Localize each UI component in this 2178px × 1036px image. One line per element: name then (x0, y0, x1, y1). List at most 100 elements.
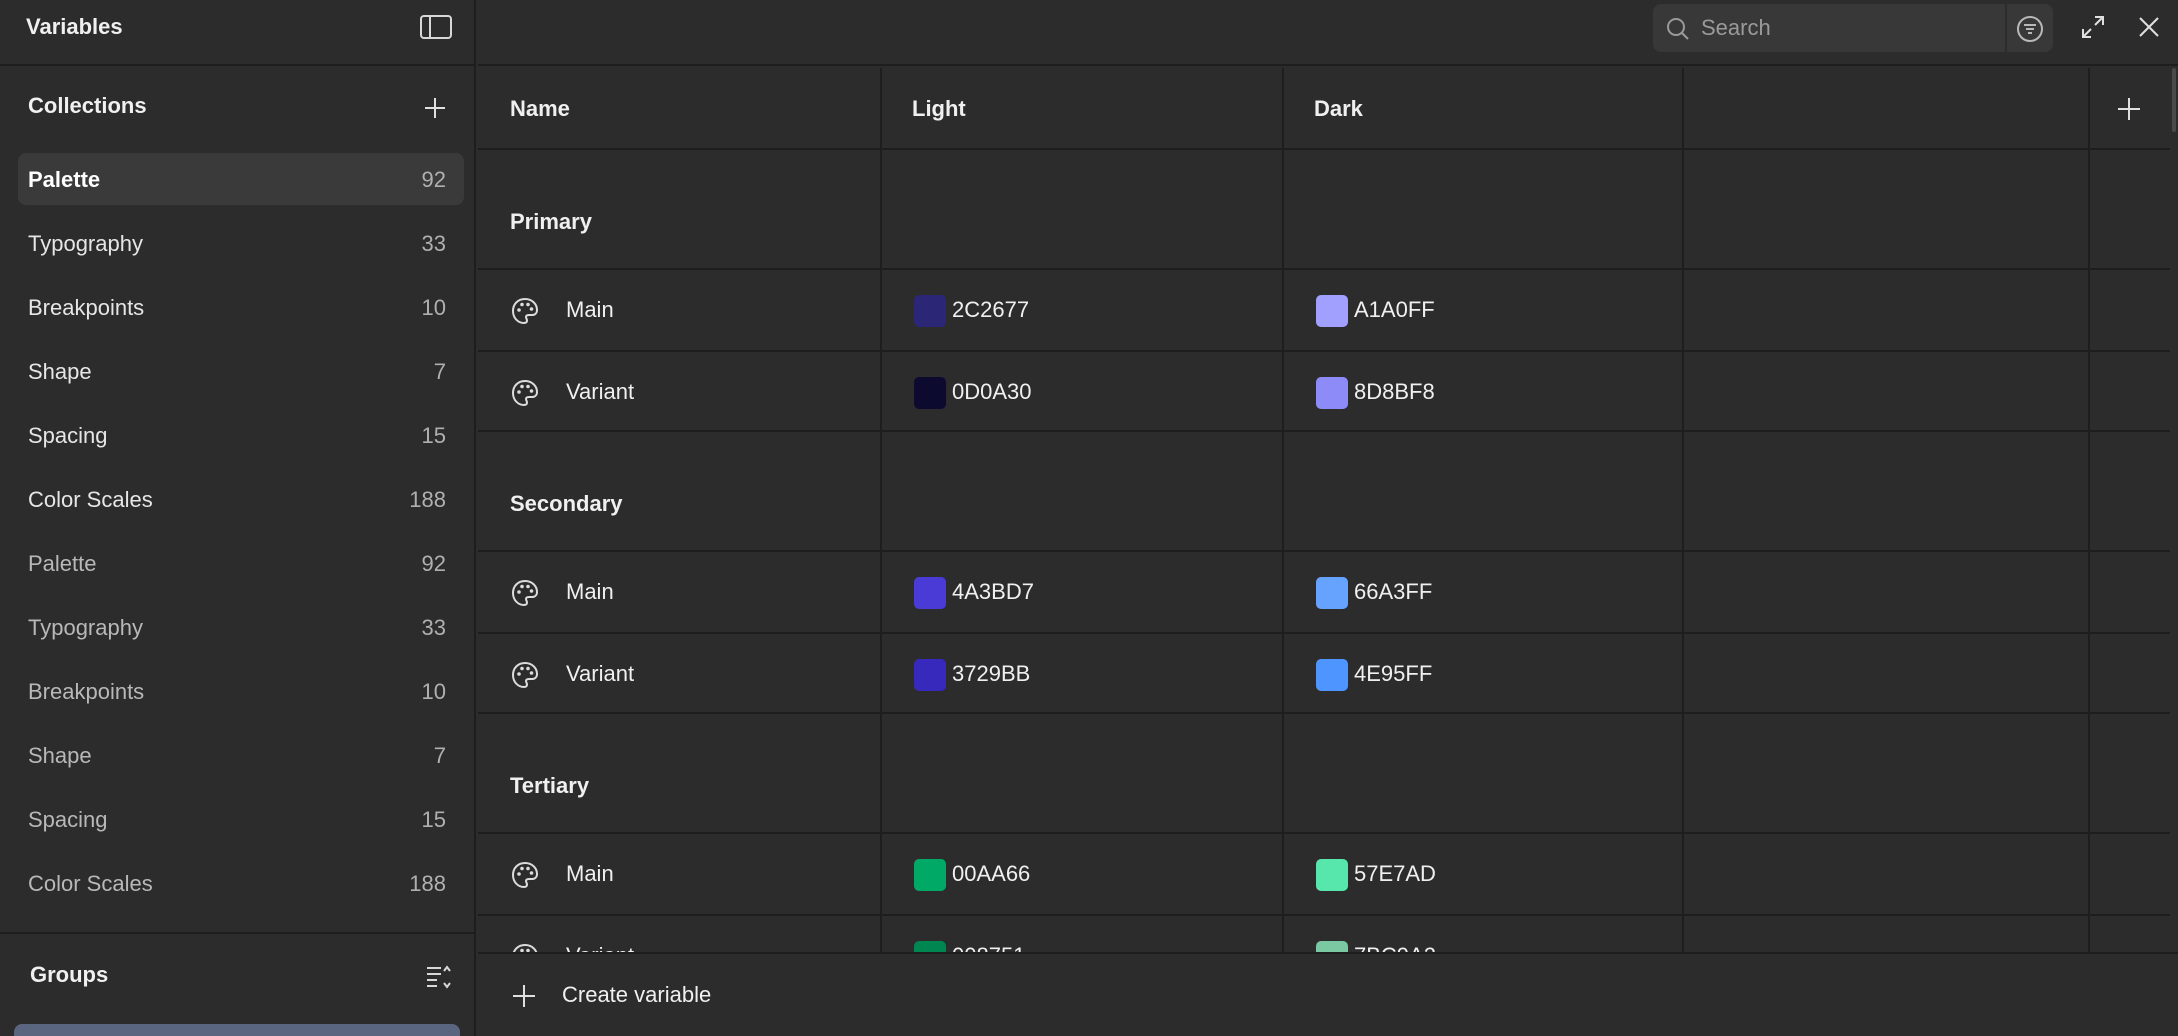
collection-name: Color Scales (28, 871, 153, 896)
expand-icon[interactable] (2078, 12, 2108, 42)
collection-name: Spacing (28, 807, 108, 832)
plus-icon[interactable] (510, 982, 538, 1010)
collection-item[interactable]: Typography 33 (18, 601, 464, 653)
create-variable-button[interactable]: Create variable (562, 982, 711, 1008)
add-mode-button[interactable] (2114, 94, 2144, 124)
table-row[interactable]: Main 4A3BD7 66A3FF (478, 550, 2170, 632)
table-row[interactable]: Variant 008751 7BC9A2 (478, 914, 2170, 952)
collection-name: Palette (28, 167, 101, 192)
collection-item[interactable]: Breakpoints 10 (18, 281, 464, 333)
collection-item[interactable]: Color Scales 188 (18, 473, 464, 525)
collection-name: Spacing (28, 423, 108, 448)
search-box[interactable] (1653, 4, 2053, 52)
group-band (478, 716, 2170, 830)
palette-icon (511, 379, 539, 407)
dark-value[interactable]: 7BC9A2 (1354, 943, 1436, 952)
collection-count: 7 (433, 359, 446, 384)
collection-count: 188 (409, 487, 446, 512)
add-collection-button[interactable] (420, 93, 450, 123)
light-color-swatch[interactable] (914, 859, 946, 891)
dark-color-swatch[interactable] (1316, 859, 1348, 891)
palette-icon (511, 297, 539, 325)
collection-item[interactable]: Palette 92 (18, 153, 464, 205)
table-header: Name Light Dark (478, 68, 2170, 150)
variable-name[interactable]: Main (566, 297, 614, 323)
scrollbar[interactable] (2172, 68, 2176, 132)
variable-name[interactable]: Variant (566, 379, 634, 405)
collection-count: 10 (421, 679, 446, 704)
collection-name: Breakpoints (28, 679, 145, 704)
dark-color-swatch[interactable] (1316, 659, 1348, 691)
palette-icon (512, 943, 538, 952)
collection-name: Breakpoints (28, 295, 145, 320)
variable-name[interactable]: Main (566, 861, 614, 887)
variables-table: Name Light Dark Main 2C2677 A1A0FF Variant 0… (478, 68, 2170, 952)
group-band (478, 434, 2170, 548)
collection-item[interactable]: Color Scales 188 (18, 857, 464, 909)
sidebar: Variables Collections Palette 92 Typograph… (0, 0, 476, 1036)
collection-item[interactable]: Palette 92 (18, 537, 464, 589)
variable-name[interactable]: Variant (566, 661, 634, 687)
collection-item[interactable]: Typography 33 (18, 217, 464, 269)
palette-icon (511, 661, 539, 689)
footer: Create variable (478, 952, 2178, 1036)
variable-name[interactable]: Variant (566, 943, 634, 952)
light-value[interactable]: 00AA66 (952, 861, 1030, 887)
group-item[interactable] (14, 1024, 460, 1036)
collection-item[interactable]: Shape 7 (18, 729, 464, 781)
light-color-swatch[interactable] (914, 295, 946, 327)
dark-color-swatch[interactable] (1316, 377, 1348, 409)
dark-color-swatch[interactable] (1316, 577, 1348, 609)
light-value[interactable]: 0D0A30 (952, 379, 1032, 405)
light-value[interactable]: 008751 (952, 943, 1025, 952)
dark-value[interactable]: A1A0FF (1354, 297, 1435, 323)
light-color-swatch[interactable] (914, 659, 946, 691)
table-row[interactable]: Main 00AA66 57E7AD (478, 832, 2170, 914)
search-divider (2005, 4, 2007, 52)
column-divider (1282, 68, 1284, 952)
palette-icon (511, 861, 539, 889)
light-value[interactable]: 2C2677 (952, 297, 1029, 323)
collection-item[interactable]: Spacing 15 (18, 409, 464, 461)
variable-name[interactable]: Main (566, 579, 614, 605)
dark-value[interactable]: 4E95FF (1354, 661, 1432, 687)
collection-count: 188 (409, 871, 446, 896)
groups-collapse-icon[interactable] (424, 962, 454, 992)
collection-count: 33 (421, 615, 446, 640)
light-value[interactable]: 3729BB (952, 661, 1030, 687)
dark-value[interactable]: 66A3FF (1354, 579, 1432, 605)
group-heading: Primary (510, 209, 592, 234)
collections-header: Collections (0, 66, 474, 148)
dark-color-swatch[interactable] (1316, 941, 1348, 952)
collection-item[interactable]: Spacing 15 (18, 793, 464, 845)
palette-icon (511, 579, 539, 607)
close-icon[interactable] (2134, 12, 2164, 42)
column-divider (880, 68, 882, 952)
collection-name: Color Scales (28, 487, 153, 512)
search-input[interactable] (1701, 12, 1991, 44)
sidebar-toggle-icon[interactable] (419, 14, 453, 40)
dark-value[interactable]: 8D8BF8 (1354, 379, 1435, 405)
table-row[interactable]: Variant 3729BB 4E95FF (478, 632, 2170, 714)
column-header-dark: Dark (1314, 96, 1363, 121)
filter-icon[interactable] (2015, 14, 2045, 44)
light-value[interactable]: 4A3BD7 (952, 579, 1034, 605)
light-color-swatch[interactable] (914, 577, 946, 609)
groups-title: Groups (30, 962, 109, 987)
dark-value[interactable]: 57E7AD (1354, 861, 1436, 887)
collection-name: Typography (28, 615, 143, 640)
light-color-swatch[interactable] (914, 377, 946, 409)
app-title: Variables (26, 14, 123, 39)
collection-count: 92 (421, 167, 446, 192)
collection-item[interactable]: Shape 7 (18, 345, 464, 397)
table-row[interactable]: Main 2C2677 A1A0FF (478, 268, 2170, 350)
collection-item[interactable]: Breakpoints 10 (18, 665, 464, 717)
light-color-swatch[interactable] (914, 941, 946, 952)
collection-name: Palette (28, 551, 97, 576)
collection-name: Shape (28, 359, 92, 384)
collection-count: 15 (421, 807, 446, 832)
dark-color-swatch[interactable] (1316, 295, 1348, 327)
column-divider (1682, 68, 1684, 952)
table-row[interactable]: Variant 0D0A30 8D8BF8 (478, 350, 2170, 432)
group-band (478, 152, 2170, 266)
